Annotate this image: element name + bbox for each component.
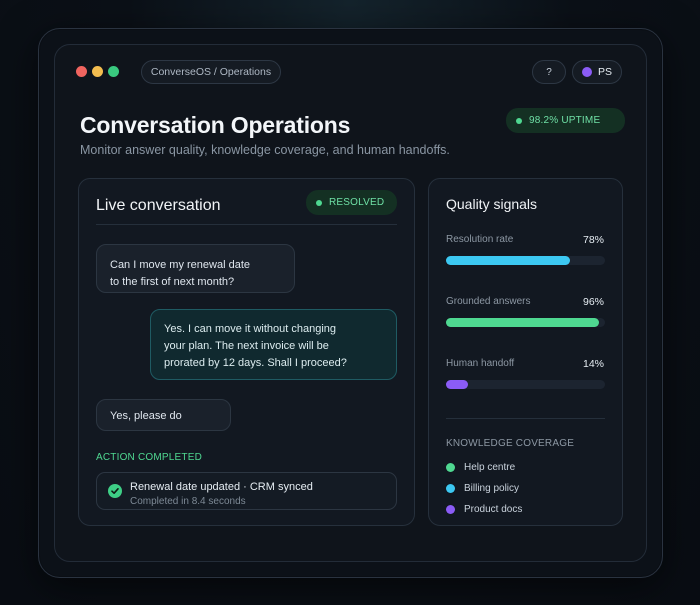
coverage-item: Help centre bbox=[446, 462, 515, 473]
quality-title: Quality signals bbox=[446, 196, 538, 212]
coverage-item: Billing policy bbox=[446, 483, 519, 494]
metric-label: Human handoff bbox=[446, 358, 515, 369]
avatar bbox=[581, 67, 592, 77]
check-icon bbox=[108, 484, 122, 498]
metric-value: 96% bbox=[582, 296, 604, 308]
maximize-window-dot[interactable] bbox=[108, 66, 119, 77]
page-subtitle: Monitor answer quality, knowledge covera… bbox=[80, 143, 450, 157]
close-window-dot[interactable] bbox=[76, 66, 87, 77]
message-user: Can I move my renewal date to the first … bbox=[96, 244, 295, 293]
help-button[interactable]: ? bbox=[532, 60, 566, 84]
metric-label: Resolution rate bbox=[446, 234, 514, 245]
user-initials: PS bbox=[597, 66, 612, 78]
metric-bar-fill bbox=[446, 318, 599, 327]
action-title: Renewal date updated · CRM synced bbox=[130, 481, 313, 493]
conversation-title: Live conversation bbox=[96, 197, 221, 214]
coverage-item-label: Product docs bbox=[464, 504, 523, 515]
quality-signals-panel bbox=[428, 178, 623, 526]
status-dot-icon bbox=[516, 117, 522, 124]
coverage-label: KNOWLEDGE COVERAGE bbox=[446, 438, 575, 449]
action-subtitle: Completed in 8.4 seconds bbox=[130, 496, 246, 507]
user-menu-button[interactable]: PS bbox=[572, 60, 622, 84]
panel-divider bbox=[96, 224, 397, 225]
resolved-text: RESOLVED bbox=[329, 197, 385, 208]
metric-value: 14% bbox=[582, 358, 604, 370]
message-line: Yes, please do bbox=[110, 410, 182, 422]
minimize-window-dot[interactable] bbox=[92, 66, 103, 77]
coverage-dot-icon bbox=[446, 463, 455, 472]
coverage-item-label: Billing policy bbox=[464, 483, 520, 494]
action-label: ACTION COMPLETED bbox=[96, 452, 202, 463]
uptime-badge: 98.2% UPTIME bbox=[506, 108, 625, 133]
metric-label: Grounded answers bbox=[446, 296, 531, 307]
status-dot-icon bbox=[316, 199, 322, 206]
coverage-dot-icon bbox=[446, 484, 455, 493]
message-user: Yes, please do bbox=[96, 399, 231, 431]
message-line: your plan. The next invoice will be bbox=[164, 340, 329, 352]
coverage-item: Product docs bbox=[446, 504, 522, 515]
message-line: to the first of next month? bbox=[110, 276, 235, 288]
breadcrumb[interactable]: ConverseOS / Operations bbox=[141, 60, 281, 84]
page-title: Conversation Operations bbox=[80, 112, 351, 138]
resolved-badge: RESOLVED bbox=[306, 190, 397, 215]
panel-divider bbox=[446, 418, 605, 419]
message-line: Yes. I can move it without changing bbox=[164, 323, 337, 335]
message-line: Can I move my renewal date bbox=[110, 259, 251, 271]
metric-bar-fill bbox=[446, 380, 469, 389]
metric-bar bbox=[446, 256, 605, 265]
metric-bar bbox=[446, 318, 605, 327]
message-agent: Yes. I can move it without changing your… bbox=[150, 309, 397, 380]
metric-value: 78% bbox=[582, 234, 604, 246]
coverage-item-label: Help centre bbox=[464, 462, 516, 473]
uptime-text: 98.2% UPTIME bbox=[529, 115, 601, 126]
message-line: prorated by 12 days. Shall I proceed? bbox=[164, 357, 347, 369]
metric-bar-fill bbox=[446, 256, 571, 265]
coverage-dot-icon bbox=[446, 505, 455, 514]
metric-bar bbox=[446, 380, 605, 389]
